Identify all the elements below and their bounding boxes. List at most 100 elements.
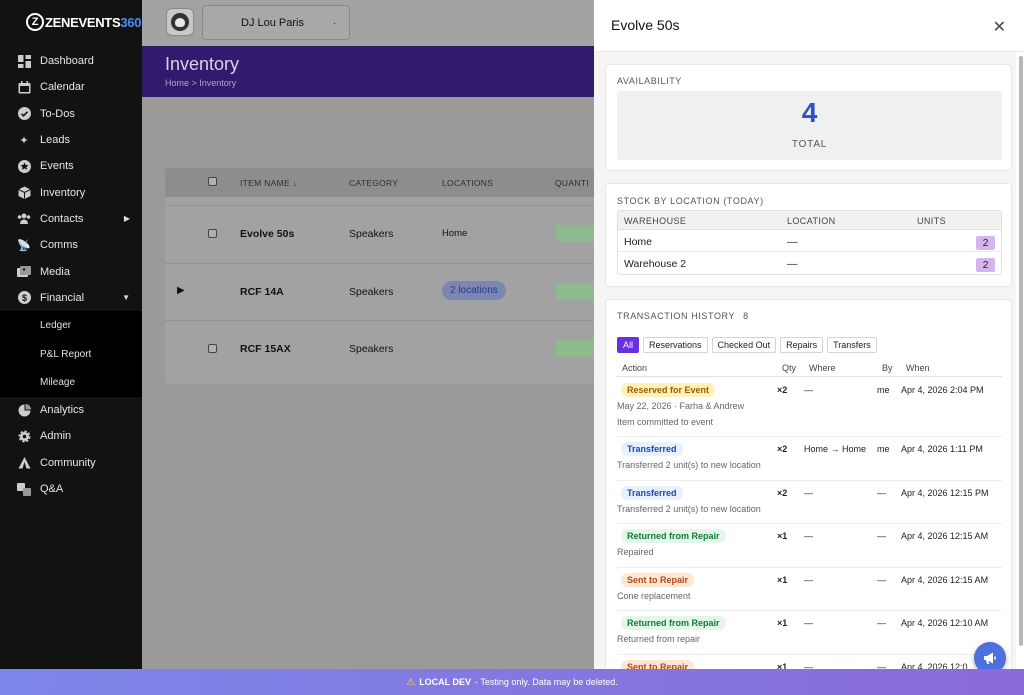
sidebar-item-label: Dashboard — [40, 55, 94, 68]
stock-table: WAREHOUSE LOCATION UNITS Home — 2 Wareho… — [617, 210, 1002, 275]
filter-all[interactable]: All — [617, 337, 640, 353]
avatar[interactable] — [166, 8, 194, 36]
history-qty: ×1 — [777, 574, 788, 585]
expand-row-icon[interactable]: ▶ — [177, 285, 185, 296]
sidebar-item-label: Analytics — [40, 404, 85, 417]
sidebar-item-label: Calendar — [40, 81, 85, 94]
gear-icon — [17, 429, 31, 443]
item-name[interactable]: RCF 14A — [240, 286, 284, 298]
table-row[interactable]: Evolve 50s Speakers Home — [165, 205, 594, 262]
stock-row: Home — 2 — [618, 230, 1001, 252]
sidebar-item-financial[interactable]: $ Financial ▼ — [0, 285, 142, 311]
column-locations[interactable]: LOCATIONS — [442, 178, 493, 188]
item-name[interactable]: Evolve 50s — [240, 228, 294, 240]
sidebar-subitem-ledger[interactable]: Ledger — [0, 311, 142, 340]
stock-title: STOCK BY LOCATION (TODAY) — [617, 196, 764, 206]
sidebar-item-qa[interactable]: Q&A — [0, 476, 142, 502]
close-icon[interactable]: ✕ — [993, 17, 1006, 37]
history-when: Apr 4, 2026 12:15 AM — [901, 531, 989, 541]
history-by: — — [877, 574, 886, 585]
history-detail: Transferred 2 unit(s) to new location — [617, 460, 761, 470]
availability-total: 4 — [801, 97, 818, 128]
drawer-header: Evolve 50s ✕ — [594, 0, 1024, 52]
sidebar-item-label: Admin — [40, 430, 72, 443]
sidebar-item-todos[interactable]: To-Dos — [0, 101, 142, 127]
history-row: Returned from Repair ×1 — — Apr 4, 2026 … — [617, 611, 1002, 655]
sidebar-item-admin[interactable]: Admin — [0, 423, 142, 449]
column-action: Action — [622, 363, 648, 373]
sidebar-item-comms[interactable]: 📡 Comms — [0, 232, 142, 258]
stock-units-badge: 2 — [976, 258, 995, 272]
avatar-image — [171, 13, 189, 31]
tent-icon — [17, 456, 31, 470]
history-detail: May 22, 2026 · Farha & Andrew — [617, 401, 745, 411]
filter-reservations[interactable]: Reservations — [643, 337, 708, 353]
main-content: DJ Lou Paris · Inventory Home > Inventor… — [142, 0, 594, 669]
dev-banner-text: - Testing only. Data may be deleted. — [475, 677, 618, 687]
chart-icon — [17, 403, 31, 417]
select-all-checkbox[interactable] — [208, 177, 217, 186]
drawer-scrollbar[interactable] — [1019, 56, 1023, 646]
profile-name: DJ Lou Paris — [241, 16, 304, 29]
history-qty: ×2 — [777, 444, 788, 454]
action-badge: Reserved for Event — [621, 383, 716, 397]
sidebar-subitem-mileage[interactable]: Mileage — [0, 368, 142, 397]
table-row[interactable]: RCF 15AX Speakers — [165, 320, 594, 377]
sidebar-item-label: Leads — [40, 134, 70, 147]
history-title-text: TRANSACTION HISTORY — [617, 311, 736, 321]
sidebar-item-events[interactable]: Events — [0, 153, 142, 179]
history-divider — [617, 376, 1002, 377]
filter-transfers[interactable]: Transfers — [827, 337, 877, 353]
row-checkbox[interactable] — [208, 229, 217, 238]
history-qty: ×2 — [777, 385, 788, 395]
stock-location: — — [787, 258, 798, 270]
sidebar-item-community[interactable]: Community — [0, 450, 142, 476]
history-row: Sent to Repair ×1 — — Apr 4, 2026 12:15 … — [617, 568, 1002, 611]
sidebar-item-inventory[interactable]: Inventory — [0, 179, 142, 205]
sidebar: Z ZENEVENTS 360 Dashboard Calendar To-Dos … — [0, 0, 142, 669]
history-qty: ×1 — [777, 531, 788, 541]
star-icon — [17, 159, 31, 173]
breadcrumb[interactable]: Home > Inventory — [165, 78, 236, 88]
dev-banner: ⚠ LOCAL DEV - Testing only. Data may be … — [0, 669, 1024, 695]
history-row: Returned from Repair ×1 — — Apr 4, 2026 … — [617, 524, 1002, 568]
filter-checked-out[interactable]: Checked Out — [711, 337, 777, 353]
table-row[interactable]: ▶ RCF 14A Speakers 2 locations — [165, 263, 594, 320]
item-category: Speakers — [349, 343, 394, 355]
sidebar-item-leads[interactable]: ✦ Leads — [0, 127, 142, 153]
users-icon — [17, 212, 31, 226]
page-header: Inventory Home > Inventory — [142, 46, 594, 97]
history-count: 8 — [743, 311, 749, 321]
sidebar-item-analytics[interactable]: Analytics — [0, 397, 142, 423]
column-units: UNITS — [917, 216, 946, 226]
filter-repairs[interactable]: Repairs — [780, 337, 824, 353]
sidebar-item-label: Q&A — [40, 483, 64, 496]
svg-text:$: $ — [21, 293, 26, 303]
history-detail: Returned from repair — [617, 634, 701, 644]
row-checkbox[interactable] — [208, 344, 217, 353]
column-quantity[interactable]: QUANTI — [555, 178, 589, 188]
history-qty: ×2 — [777, 487, 788, 498]
page-title: Inventory — [165, 54, 240, 74]
locations-pill[interactable]: 2 locations — [442, 281, 506, 300]
sidebar-item-contacts[interactable]: Contacts ▶ — [0, 206, 142, 232]
sidebar-item-label: Media — [40, 265, 70, 278]
column-category[interactable]: CATEGORY — [349, 178, 398, 188]
check-circle-icon — [17, 107, 31, 121]
sidebar-item-media[interactable]: Media — [0, 258, 142, 284]
history-row: Transferred ×2 Home → Home me Apr 4, 202… — [617, 437, 1002, 481]
column-qty: Qty — [782, 363, 797, 373]
sidebar-subitem-pl-report[interactable]: P&L Report — [0, 340, 142, 369]
item-name[interactable]: RCF 15AX — [240, 343, 291, 355]
sidebar-item-calendar[interactable]: Calendar — [0, 74, 142, 100]
stock-location: — — [787, 236, 798, 248]
profile-selector[interactable]: DJ Lou Paris · — [202, 5, 350, 40]
stock-warehouse: Warehouse 2 — [624, 258, 687, 270]
history-detail: Cone replacement — [617, 590, 691, 601]
history-by: — — [877, 531, 886, 541]
chevron-down-icon: ▼ — [122, 293, 130, 303]
sidebar-item-dashboard[interactable]: Dashboard — [0, 48, 142, 74]
brand-logo[interactable]: Z ZENEVENTS 360 — [26, 12, 141, 32]
dev-banner-label: LOCAL DEV — [419, 677, 472, 687]
column-item-name[interactable]: ITEM NAME ↓ — [240, 178, 297, 188]
